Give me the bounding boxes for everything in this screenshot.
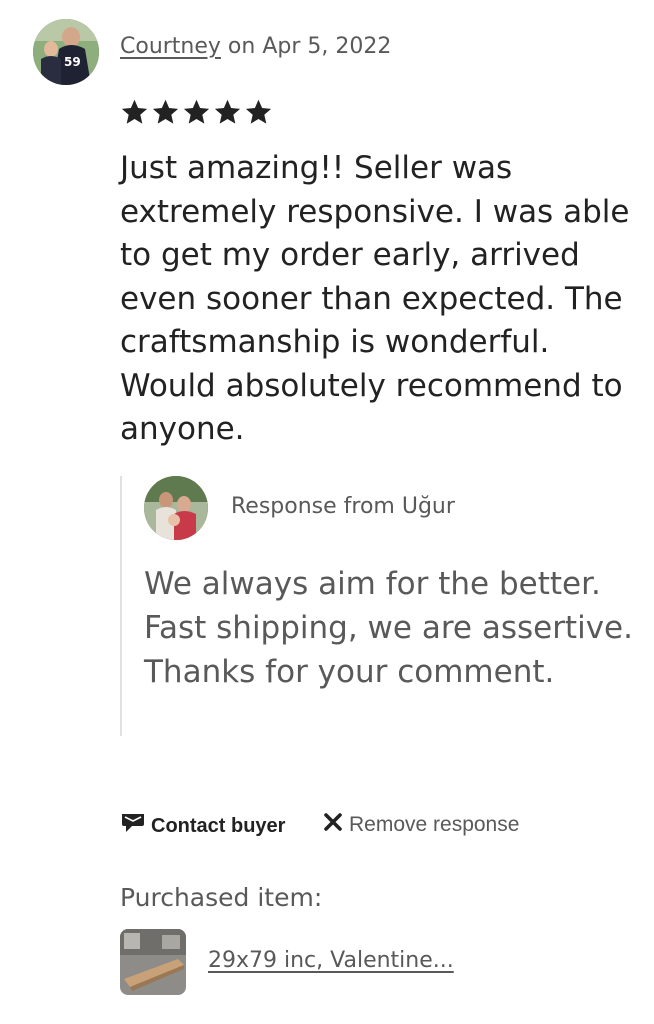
response-text: We always aim for the better. Fast shipp… bbox=[144, 566, 633, 690]
star-rating bbox=[120, 98, 273, 126]
response-header: Response from Uğur bbox=[231, 494, 455, 519]
remove-response-label: Remove response bbox=[349, 813, 520, 836]
remove-response-button[interactable]: Remove response bbox=[323, 812, 519, 838]
contact-buyer-button[interactable]: Contact buyer bbox=[121, 812, 285, 840]
megaphone-icon bbox=[121, 812, 145, 840]
purchased-item-label: Purchased item: bbox=[120, 883, 323, 912]
star-icon bbox=[120, 98, 149, 126]
item-photo bbox=[120, 929, 186, 995]
review-date: on Apr 5, 2022 bbox=[220, 34, 392, 59]
contact-buyer-label: Contact buyer bbox=[151, 814, 286, 837]
reviewer-photo: 59 bbox=[33, 19, 99, 85]
star-icon bbox=[213, 98, 242, 126]
star-icon bbox=[244, 98, 273, 126]
item-thumbnail[interactable] bbox=[120, 929, 186, 995]
seller-avatar bbox=[144, 476, 208, 540]
reviewer-line: Courtney on Apr 5, 2022 bbox=[120, 34, 391, 59]
reviewer-name-link[interactable]: Courtney bbox=[120, 34, 221, 59]
purchased-item-link[interactable]: 29x79 inc, Valentine... bbox=[208, 948, 454, 973]
svg-text:59: 59 bbox=[64, 55, 81, 69]
x-icon bbox=[323, 812, 343, 838]
reviewer-avatar[interactable]: 59 bbox=[33, 19, 99, 85]
review-text: Just amazing!! Seller was extremely resp… bbox=[120, 150, 630, 447]
seller-photo bbox=[144, 476, 208, 540]
star-icon bbox=[182, 98, 211, 126]
star-icon bbox=[151, 98, 180, 126]
